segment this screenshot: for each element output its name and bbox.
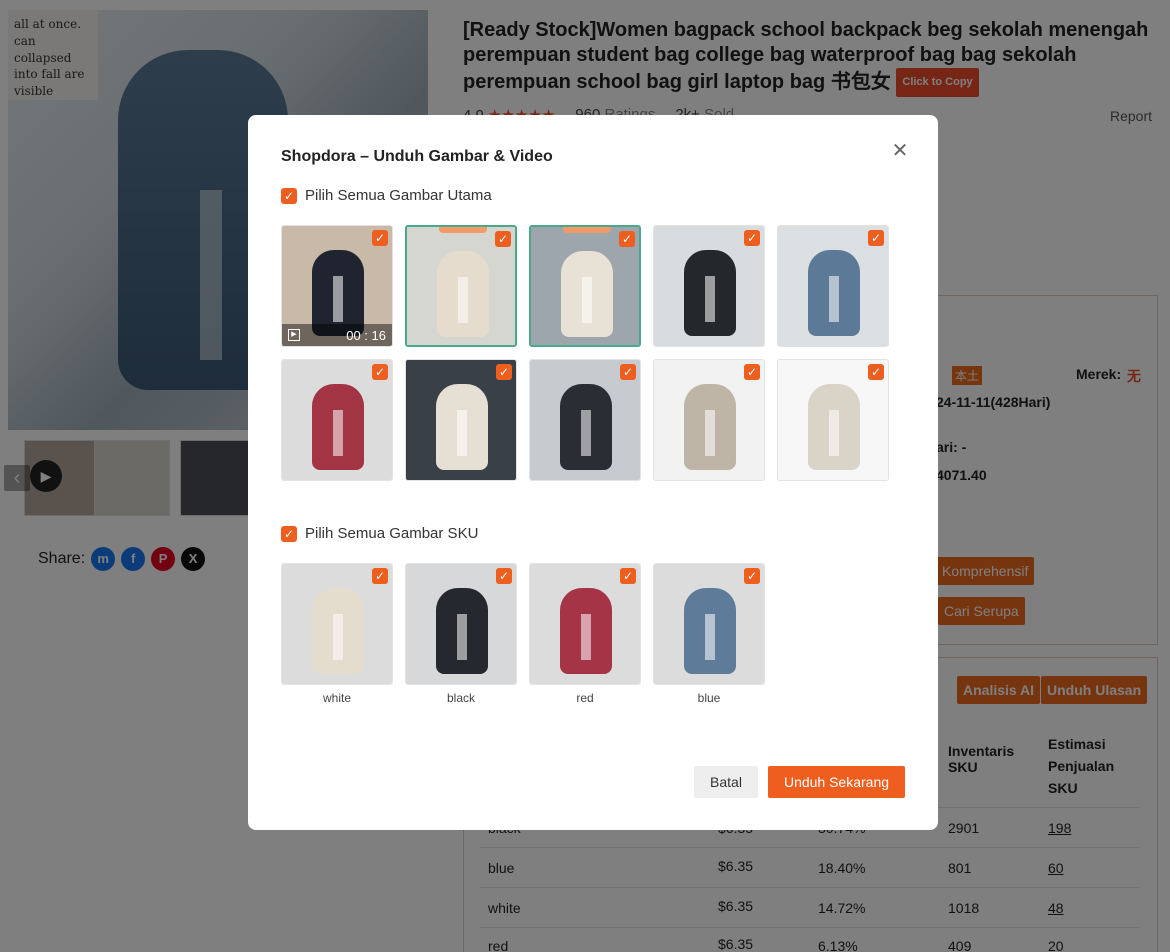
- cancel-button[interactable]: Batal: [694, 766, 758, 798]
- download-now-button[interactable]: Unduh Sekarang: [768, 766, 905, 798]
- sparrow-badge: [439, 227, 487, 233]
- sku-image-thumbnail[interactable]: ✓: [281, 563, 393, 685]
- sku-label: blue: [697, 691, 721, 705]
- checkbox-icon[interactable]: ✓: [495, 231, 511, 247]
- select-all-sku-checkbox[interactable]: ✓ Pilih Semua Gambar SKU: [281, 525, 478, 542]
- checkbox-icon[interactable]: ✓: [619, 231, 635, 247]
- main-image-thumbnail[interactable]: ▶ 00 : 16 ✓: [281, 225, 393, 347]
- main-image-thumbnail[interactable]: ✓: [281, 359, 393, 481]
- video-icon: ▶: [288, 329, 300, 341]
- main-image-thumbnail[interactable]: ✓: [653, 225, 765, 347]
- checkbox-icon[interactable]: ✓: [281, 187, 297, 204]
- video-duration: ▶ 00 : 16: [282, 324, 392, 346]
- main-image-thumbnail[interactable]: ✓: [529, 359, 641, 481]
- main-image-thumbnail[interactable]: ✓: [405, 225, 517, 347]
- sku-image-thumbnail[interactable]: ✓: [529, 563, 641, 685]
- main-image-thumbnail[interactable]: ✓: [529, 225, 641, 347]
- select-all-main-label: Pilih Semua Gambar Utama: [305, 187, 492, 204]
- checkbox-icon[interactable]: ✓: [372, 230, 388, 246]
- checkbox-icon[interactable]: ✓: [620, 364, 636, 380]
- modal-title: Shopdora – Unduh Gambar & Video: [281, 148, 553, 165]
- checkbox-icon[interactable]: ✓: [372, 568, 388, 584]
- sku-label: black: [446, 691, 475, 705]
- checkbox-icon[interactable]: ✓: [496, 364, 512, 380]
- checkbox-icon[interactable]: ✓: [281, 525, 297, 542]
- download-modal: Shopdora – Unduh Gambar & Video ✕ ✓ Pili…: [248, 115, 938, 830]
- sku-label: white: [322, 691, 351, 705]
- main-image-thumbnail[interactable]: ✓: [777, 359, 889, 481]
- main-image-thumbnail[interactable]: ✓: [405, 359, 517, 481]
- main-image-thumbnail[interactable]: ✓: [653, 359, 765, 481]
- sparrow-badge: [563, 227, 611, 233]
- sku-label: red: [576, 691, 594, 705]
- sku-image-thumbnail[interactable]: ✓: [653, 563, 765, 685]
- checkbox-icon[interactable]: ✓: [744, 230, 760, 246]
- checkbox-icon[interactable]: ✓: [620, 568, 636, 584]
- select-all-main-checkbox[interactable]: ✓ Pilih Semua Gambar Utama: [281, 187, 492, 204]
- close-icon[interactable]: ✕: [890, 141, 910, 161]
- checkbox-icon[interactable]: ✓: [868, 230, 884, 246]
- checkbox-icon[interactable]: ✓: [372, 364, 388, 380]
- checkbox-icon[interactable]: ✓: [496, 568, 512, 584]
- checkbox-icon[interactable]: ✓: [744, 364, 760, 380]
- sku-image-thumbnail[interactable]: ✓: [405, 563, 517, 685]
- main-image-thumbnail[interactable]: ✓: [777, 225, 889, 347]
- select-all-sku-label: Pilih Semua Gambar SKU: [305, 525, 479, 542]
- checkbox-icon[interactable]: ✓: [868, 364, 884, 380]
- checkbox-icon[interactable]: ✓: [744, 568, 760, 584]
